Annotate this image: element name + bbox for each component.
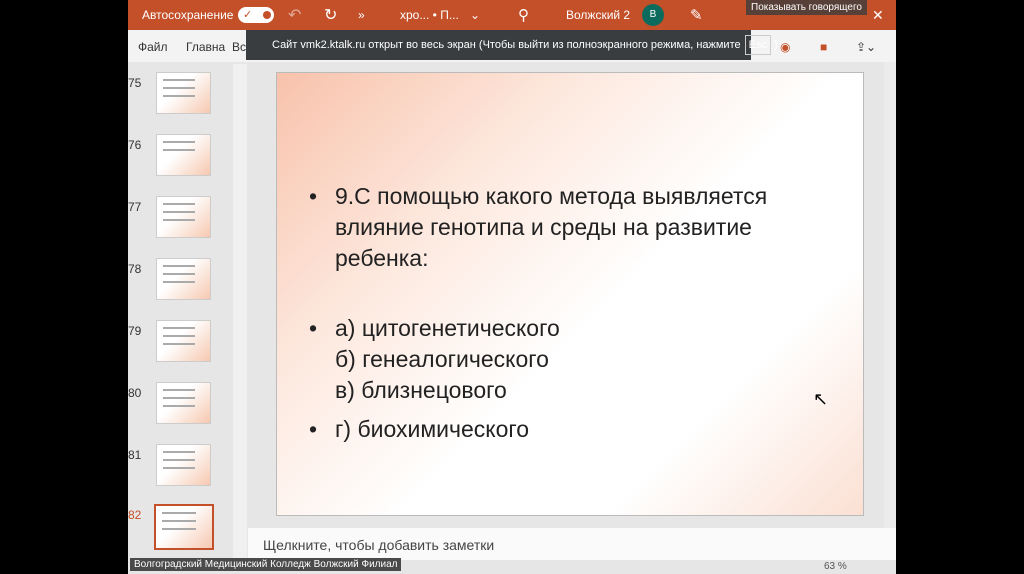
banner-text: Сайт vmk2.ktalk.ru открыт во весь экран … <box>272 39 741 51</box>
thumbnail[interactable] <box>156 134 211 176</box>
more-icon[interactable]: » <box>358 8 365 22</box>
zoom-level[interactable]: 63 % <box>824 561 847 572</box>
notes-input[interactable]: Щелкните, чтобы добавить заметки <box>248 528 896 560</box>
show-speaker-button[interactable]: Показывать говорящего <box>746 0 867 15</box>
answer-a: а) цитогенетического <box>335 315 560 341</box>
answer-c: в) близнецового <box>335 377 507 403</box>
mouse-cursor-icon: ↖ <box>813 389 829 409</box>
thumbnail-78[interactable]: 78 <box>128 258 238 302</box>
tab-home[interactable]: Главна <box>186 40 225 54</box>
slide-number: 79 <box>128 324 142 338</box>
thumbnail[interactable] <box>156 258 211 300</box>
thumbnail-scrollbar[interactable] <box>233 64 247 560</box>
participant-caption: Волгоградский Медицинский Колледж Волжск… <box>130 558 402 571</box>
question-line: ребенка: <box>335 245 429 271</box>
record-icon[interactable]: ◉ <box>780 40 790 54</box>
thumbnail-82[interactable]: 82 <box>128 504 238 550</box>
question-bullet: 9.С помощью какого метода выявляется вли… <box>309 181 767 274</box>
banner-paren: ) <box>774 39 778 51</box>
slide-number: 77 <box>128 200 142 214</box>
slide-number: 82 <box>128 508 142 522</box>
thumbnail-75[interactable]: 75 <box>128 72 238 116</box>
esc-key: Esc <box>744 35 771 55</box>
answer-d: г) биохимического <box>335 416 530 442</box>
slide-number: 76 <box>128 138 142 152</box>
redo-icon[interactable]: ↻ <box>324 5 337 25</box>
thumbnail-76[interactable]: 76 <box>128 134 238 178</box>
slide-number: 81 <box>128 448 142 462</box>
file-name[interactable]: хро... • П... <box>400 8 459 22</box>
tab-file[interactable]: Файл <box>138 40 168 54</box>
pen-icon[interactable]: ✎ <box>690 6 703 24</box>
share-icon[interactable]: ⇪⌄ <box>856 40 876 54</box>
thumbnail-79[interactable]: 79 <box>128 320 238 364</box>
close-icon[interactable]: ✕ <box>872 7 884 24</box>
thumbnail-80[interactable]: 80 <box>128 382 238 426</box>
thumbnail-selected[interactable] <box>154 504 214 550</box>
slide-number: 75 <box>128 76 142 90</box>
answers-bullet: а) цитогенетического б) генеалогического… <box>309 313 560 406</box>
search-icon[interactable]: ⚲ <box>518 6 529 24</box>
answer-b: б) генеалогического <box>335 346 549 372</box>
powerpoint-window: Автосохранение ✓ ↶ ↻ » хро... • П... ⌄ ⚲… <box>128 0 896 574</box>
question-line: 9.С помощью какого метода выявляется <box>335 183 768 209</box>
slide-canvas[interactable]: 9.С помощью какого метода выявляется вли… <box>276 72 864 516</box>
thumbnail[interactable] <box>156 320 211 362</box>
chevron-down-icon[interactable]: ⌄ <box>470 8 480 22</box>
autosave-label: Автосохранение <box>142 8 234 22</box>
slide-thumbnails: 75 76 77 78 79 80 81 82 <box>128 62 248 560</box>
avatar[interactable]: В <box>642 4 664 26</box>
slide-scrollbar[interactable] <box>884 62 896 528</box>
thumbnail-77[interactable]: 77 <box>128 196 238 240</box>
thumbnail[interactable] <box>156 382 211 424</box>
autosave-toggle[interactable]: ✓ <box>238 7 274 23</box>
undo-icon[interactable]: ↶ <box>288 5 301 25</box>
thumbnail[interactable] <box>156 196 211 238</box>
thumbnail-81[interactable]: 81 <box>128 444 238 488</box>
slide-number: 78 <box>128 262 142 276</box>
thumbnail[interactable] <box>156 444 211 486</box>
thumbnail[interactable] <box>156 72 211 114</box>
slide-number: 80 <box>128 386 142 400</box>
fullscreen-banner: Сайт vmk2.ktalk.ru открыт во весь экран … <box>246 30 778 60</box>
office-icon[interactable]: ■ <box>820 40 827 54</box>
answer-d-bullet: г) биохимического <box>309 414 529 445</box>
user-name: Волжский 2 <box>566 8 631 22</box>
question-line: влияние генотипа и среды на развитие <box>335 214 752 240</box>
